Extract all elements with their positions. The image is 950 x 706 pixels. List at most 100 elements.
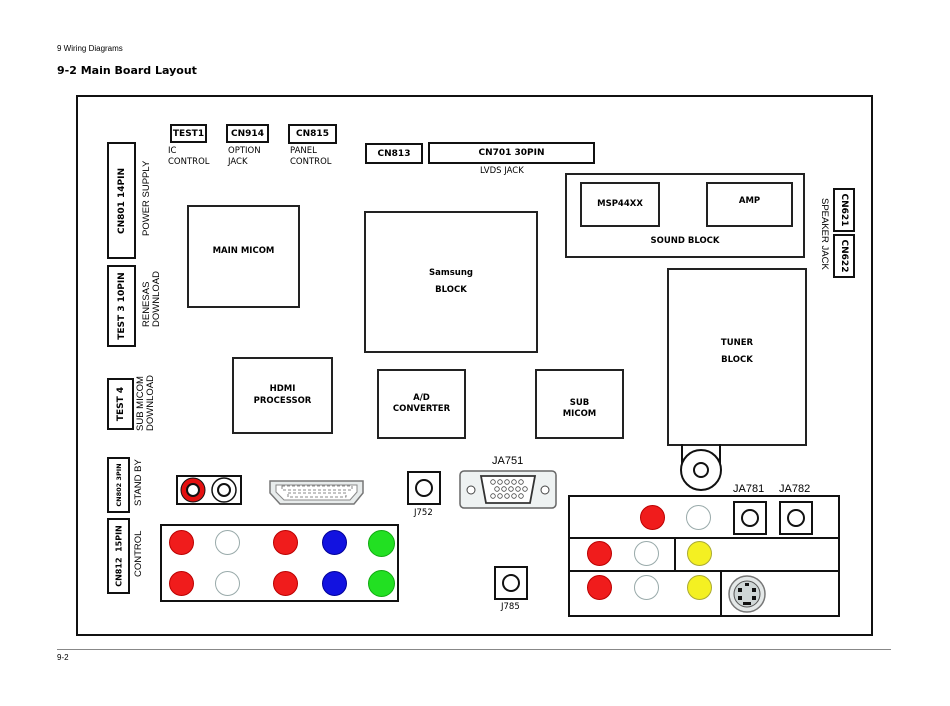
rca-red-jack xyxy=(587,575,612,600)
connector-label: CN621 xyxy=(839,193,849,227)
tuner-rf-connector-icon xyxy=(680,444,722,491)
connector-label: CN801 14PIN xyxy=(116,167,127,234)
rca-green-jack xyxy=(368,570,395,597)
block-label: CONVERTER xyxy=(392,404,451,414)
connector-cn701: CN701 30PIN xyxy=(428,142,595,164)
hdmi-processor-block: HDMI PROCESSOR xyxy=(232,357,333,434)
ad-converter-block: A/D CONVERTER xyxy=(377,369,466,439)
desc-line: CONTROL xyxy=(290,156,332,167)
connector-label: TEST1 xyxy=(172,128,205,139)
block-label: HDMI xyxy=(269,384,296,395)
connector-test1: TEST1 xyxy=(170,124,207,143)
rca-red-jack xyxy=(169,530,194,555)
page-title: 9-2 Main Board Layout xyxy=(57,64,197,77)
block-label: PROCESSOR xyxy=(253,395,312,406)
desc-line: JACK xyxy=(228,156,248,167)
connector-cn622: CN622 xyxy=(833,234,855,278)
block-label: SUB xyxy=(569,397,590,408)
connector-label: CN802 3PIN xyxy=(114,463,123,507)
block-label: MICOM xyxy=(562,409,597,419)
connector-label: CN622 xyxy=(839,239,849,273)
sub-micom-block: SUB MICOM xyxy=(535,369,624,439)
desc-line: DOWNLOAD xyxy=(145,375,157,431)
control-label: CONTROL xyxy=(133,530,144,577)
samsung-block: Samsung BLOCK xyxy=(364,211,538,353)
rca-blue-jack xyxy=(322,530,347,555)
rca-white-jack xyxy=(686,505,711,530)
connector-test3: TEST 3 10PIN xyxy=(107,265,136,347)
connector-cn815-desc: PANEL CONTROL xyxy=(290,146,332,167)
desc-line: DOWNLOAD xyxy=(151,271,163,327)
rca-white-jack xyxy=(634,575,659,600)
ja751-label: JA751 xyxy=(492,455,524,467)
block-label: A/D xyxy=(413,392,430,403)
msp44xx-chip: MSP44XX xyxy=(580,182,660,227)
connector-cn914: CN914 xyxy=(226,124,269,143)
hdmi-connector-icon xyxy=(269,480,364,505)
block-label: TUNER xyxy=(720,338,754,348)
block-label: SOUND BLOCK xyxy=(650,235,720,246)
amp-chip: AMP xyxy=(706,182,793,227)
desc-line: IC xyxy=(168,146,177,156)
rca-red-jack xyxy=(273,571,298,596)
rca-red-jack xyxy=(587,541,612,566)
block-label: Samsung xyxy=(429,267,473,278)
connector-cn815: CN815 xyxy=(288,124,337,144)
desc-line: OPTION xyxy=(228,146,261,156)
panel-divider xyxy=(674,537,676,571)
rca-blue-jack xyxy=(322,571,347,596)
panel-divider xyxy=(568,570,840,572)
connector-label: CN812 15PIN xyxy=(114,525,123,587)
j752-jack-icon xyxy=(407,471,441,505)
j785-label: J785 xyxy=(501,602,520,612)
lvds-jack-label: LVDS JACK xyxy=(480,166,524,176)
connector-label: CN701 30PIN xyxy=(478,148,545,158)
j752-label: J752 xyxy=(414,508,433,518)
sub-micom-download-label: SUB MICOM DOWNLOAD xyxy=(135,375,157,431)
rca-yellow-jack xyxy=(687,541,712,566)
j785-jack-icon xyxy=(494,566,528,600)
power-supply-label: POWER SUPPLY xyxy=(141,160,152,236)
connector-label: CN813 xyxy=(377,148,411,159)
block-label: AMP xyxy=(738,196,761,206)
ja782-label: JA782 xyxy=(779,483,811,495)
rca-red-jack xyxy=(640,505,665,530)
block-label: BLOCK xyxy=(435,285,467,295)
connector-cn914-desc: OPTION JACK xyxy=(228,146,261,167)
connector-cn801: CN801 14PIN xyxy=(107,142,136,259)
connector-test4: TEST 4 xyxy=(107,378,134,430)
connector-test1-desc: IC CONTROL xyxy=(168,146,210,167)
stand-by-label: STAND BY xyxy=(133,459,144,506)
block-label: BLOCK xyxy=(721,355,753,366)
connector-cn813: CN813 xyxy=(365,143,423,164)
connector-cn812: CN812 15PIN xyxy=(107,518,130,594)
footer-divider xyxy=(57,649,891,650)
ja781-jack-icon xyxy=(733,501,767,535)
svideo-connector-icon xyxy=(728,575,766,613)
rca-white-jack xyxy=(215,530,240,555)
connector-cn621: CN621 xyxy=(833,188,855,232)
block-label: MSP44XX xyxy=(597,198,643,209)
tuner-block: TUNER BLOCK xyxy=(667,268,807,446)
connector-label: TEST 4 xyxy=(115,386,126,422)
panel-divider xyxy=(720,570,722,617)
rca-red-jack xyxy=(273,530,298,555)
block-label: MAIN MICOM xyxy=(212,245,275,256)
standby-rca-jack-icon xyxy=(176,475,242,505)
panel-divider xyxy=(568,537,840,539)
vga-connector-icon xyxy=(459,470,557,509)
section-header: 9 Wiring Diagrams xyxy=(57,44,123,53)
ja781-label: JA781 xyxy=(733,483,765,495)
main-micom-block: MAIN MICOM xyxy=(187,205,300,308)
renesas-download-label: RENESAS DOWNLOAD xyxy=(141,271,163,327)
connector-cn802: CN802 3PIN xyxy=(107,457,130,513)
page-number: 9-2 xyxy=(57,653,69,662)
speaker-jack-label: SPEAKER JACK xyxy=(819,198,830,270)
rca-yellow-jack xyxy=(687,575,712,600)
rca-red-jack xyxy=(169,571,194,596)
connector-label: CN815 xyxy=(296,129,329,139)
desc-line: PANEL xyxy=(290,146,317,156)
rca-green-jack xyxy=(368,530,395,557)
connector-label: TEST 3 10PIN xyxy=(116,272,127,340)
rca-white-jack xyxy=(215,571,240,596)
